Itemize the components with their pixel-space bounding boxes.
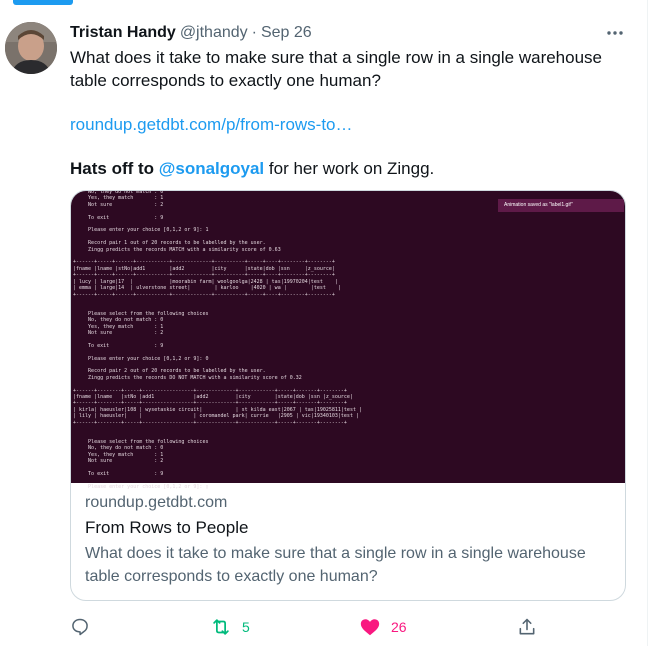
avatar[interactable] [5, 22, 57, 74]
mention-link[interactable]: @sonalgoyal [159, 159, 264, 178]
retweet-icon [213, 619, 229, 635]
terminal-text: No, they do not match : 0 Yes, they matc… [73, 190, 362, 490]
tweet-text: What does it take to make sure that a si… [70, 46, 628, 180]
like-button[interactable]: 26 [359, 616, 407, 638]
author-name[interactable]: Tristan Handy [70, 24, 176, 42]
heart-icon [360, 619, 380, 636]
tweet-actions: 5 26 [70, 616, 540, 638]
card-description: What does it take to make sure that a si… [85, 545, 586, 585]
card-domain: roundup.getdbt.com [85, 494, 228, 511]
tweet-date[interactable]: Sep 26 [261, 24, 312, 42]
like-count: 26 [391, 619, 407, 635]
reply-icon [72, 618, 88, 636]
more-options-button[interactable] [602, 20, 628, 46]
card-text: roundup.getdbt.com From Rows to People W… [71, 483, 625, 588]
reply-button[interactable] [70, 616, 100, 638]
share-icon [519, 618, 535, 635]
share-button[interactable] [517, 616, 537, 638]
more-icon [607, 31, 623, 35]
tweet-header: Tristan Handy @jthandy · Sep 26 [70, 22, 628, 44]
separator: · [251, 24, 257, 41]
animation-saved-toast: Animation saved as "label1.gif" [498, 199, 624, 212]
retweet-button[interactable]: 5 [210, 616, 250, 638]
link-card[interactable]: No, they do not match : 0 Yes, they matc… [70, 190, 626, 601]
card-title: From Rows to People [85, 518, 249, 537]
tweet-body: What does it take to make sure that a si… [70, 48, 603, 90]
author-handle[interactable]: @jthandy [180, 24, 248, 42]
article-link[interactable]: roundup.getdbt.com/p/from-rows-to… [70, 115, 353, 134]
card-image-terminal: No, they do not match : 0 Yes, they matc… [71, 191, 625, 490]
tweet[interactable]: Tristan Handy @jthandy · Sep 26 What doe… [0, 0, 648, 646]
retweet-count: 5 [242, 619, 250, 635]
credit-line: Hats off to @sonalgoyal for her work on … [70, 159, 435, 178]
tweet-content: Tristan Handy @jthandy · Sep 26 What doe… [70, 22, 628, 601]
